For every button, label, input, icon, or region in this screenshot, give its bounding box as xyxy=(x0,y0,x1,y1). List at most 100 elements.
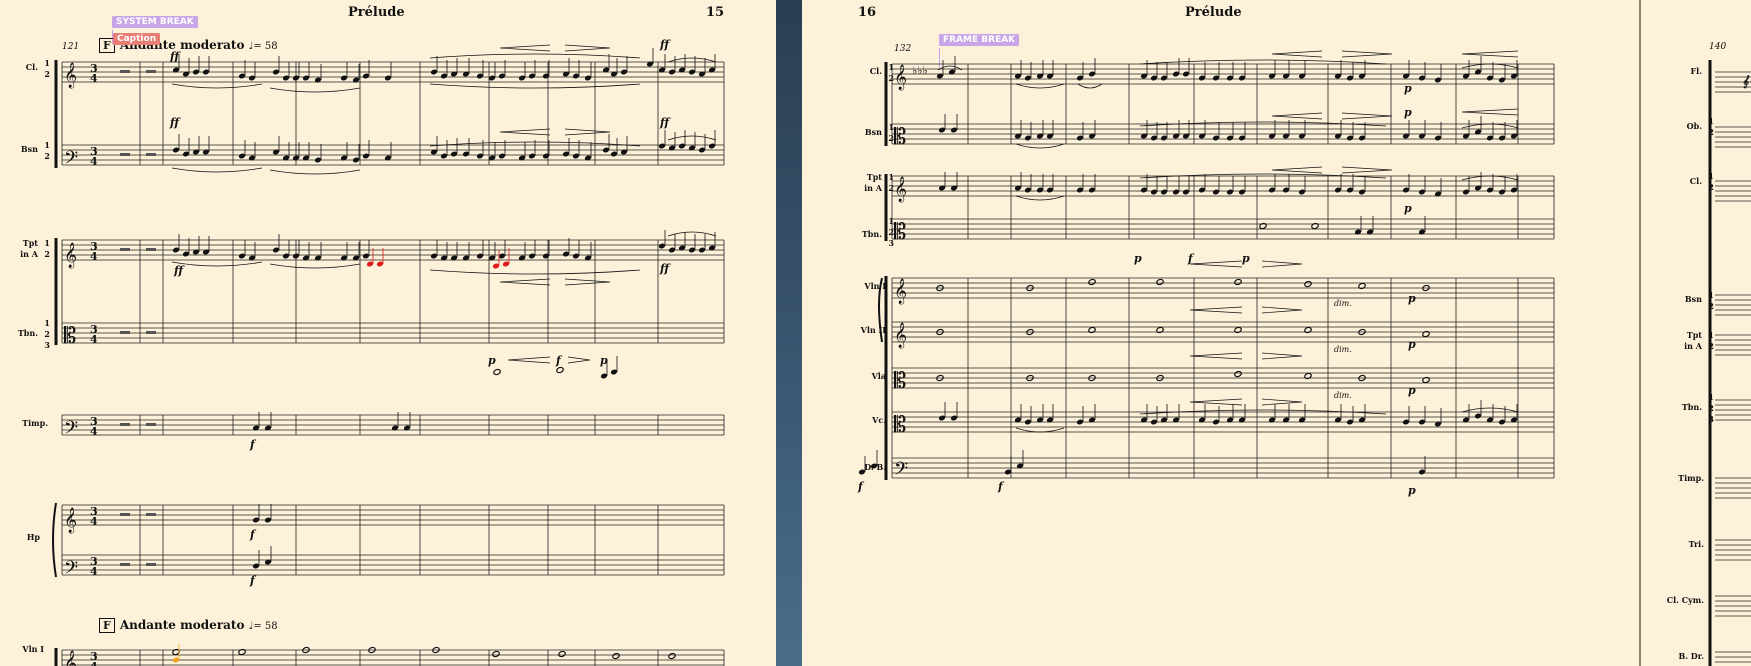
alto-clef: 𝄡 xyxy=(64,324,76,349)
whole-rest xyxy=(120,423,130,426)
half-note-vln1 xyxy=(1088,278,1096,286)
treble-clef: 𝄞 xyxy=(894,322,907,348)
score-page-16[interactable]: 16 Prélude FRAME BREAK 132 Cl. 1 2 Bsn 1… xyxy=(802,0,1751,666)
bass-clef: 𝄢 xyxy=(64,148,78,173)
time-signature: 4 xyxy=(90,333,98,346)
hairpin xyxy=(499,44,551,52)
slur xyxy=(1077,83,1103,89)
dynamic-p: p xyxy=(1408,384,1416,397)
half-note-vln2 xyxy=(1234,326,1242,334)
hairpin xyxy=(1189,398,1243,406)
dim-marking: dim. xyxy=(1334,345,1352,354)
hairpin xyxy=(1271,50,1323,58)
whole-rest xyxy=(120,248,130,251)
half-note-vln1 xyxy=(1358,282,1366,290)
dynamic-ff: ff xyxy=(659,38,671,51)
treble-clef: 𝄞 xyxy=(894,64,907,90)
dynamic-ff: ff xyxy=(169,116,181,129)
slur xyxy=(269,169,361,175)
whole-rest xyxy=(120,153,130,156)
treble-clef: 𝄞 xyxy=(64,650,77,666)
half-note xyxy=(556,366,564,374)
time-signature: 4 xyxy=(90,660,98,666)
slur xyxy=(1139,59,1387,65)
time-signature: 4 xyxy=(90,565,98,578)
treble-clef: 𝄞 xyxy=(64,242,77,268)
whole-rest xyxy=(146,331,156,334)
half-note-vln xyxy=(558,650,566,658)
hairpin xyxy=(1189,352,1243,360)
half-note-vln2 xyxy=(1422,330,1430,338)
hairpin xyxy=(1189,306,1243,314)
half-note-vla xyxy=(1422,376,1430,384)
dynamic-p: p xyxy=(1404,82,1412,95)
half-note-vln xyxy=(492,650,500,658)
dynamic-p: p xyxy=(488,354,496,367)
score-notation-right[interactable]: 𝄞𝄡𝄞𝄡𝄞𝄞𝄡𝄡𝄢♭♭♭p f pdim.dim.dim.pppppppf f𝄞 xyxy=(802,0,1751,666)
slur xyxy=(1461,63,1519,69)
hairpin xyxy=(1271,112,1323,120)
alto-clef: 𝄡 xyxy=(894,413,906,438)
hairpin xyxy=(499,278,551,286)
dynamic-f: f xyxy=(249,528,257,541)
bass-clef: 𝄢 xyxy=(64,558,78,583)
hairpin xyxy=(1261,352,1303,360)
whole-rest xyxy=(120,513,130,516)
score-page-15[interactable]: Prélude 15 SYSTEM BREAK 121 F Andante mod… xyxy=(0,0,776,666)
dynamic-ff: ff xyxy=(659,116,671,129)
slur xyxy=(1015,83,1065,89)
half-note-vln1 xyxy=(1156,278,1164,286)
dynamic-f: f xyxy=(249,574,257,587)
alto-clef: 𝄡 xyxy=(894,369,906,394)
dynamic-f: f xyxy=(1187,252,1195,265)
treble-clef: 𝄞 xyxy=(64,62,77,88)
whole-rest xyxy=(146,70,156,73)
half-note-vln xyxy=(668,652,676,660)
violin-brace xyxy=(878,277,883,343)
dynamic-f: f xyxy=(997,480,1005,493)
whole-rest xyxy=(146,248,156,251)
hairpin xyxy=(564,128,611,136)
hairpin xyxy=(567,356,591,364)
half-note-vln2 xyxy=(1304,326,1312,334)
half-note-vln1 xyxy=(1234,278,1242,286)
bass-clef: 𝄢 xyxy=(894,459,908,484)
hairpin xyxy=(1189,260,1243,268)
hairpin xyxy=(1261,398,1303,406)
alto-clef: 𝄡 xyxy=(894,125,906,150)
dim-marking: dim. xyxy=(1334,391,1352,400)
dynamic-p: p xyxy=(1404,202,1412,215)
half-note xyxy=(493,368,501,376)
time-signature: 4 xyxy=(90,250,98,263)
half-note-vln xyxy=(238,648,246,656)
whole-rest xyxy=(120,563,130,566)
key-signature: ♭♭♭ xyxy=(912,64,928,77)
whole-rest xyxy=(120,331,130,334)
time-signature: 4 xyxy=(90,425,98,438)
half-note xyxy=(1259,222,1267,230)
dynamic-ff: ff xyxy=(659,262,671,275)
slur xyxy=(429,83,641,89)
treble-clef: 𝄞 xyxy=(894,176,907,202)
dynamic-p: p xyxy=(600,354,608,367)
half-note-vla xyxy=(1304,372,1312,380)
hairpin xyxy=(499,128,551,136)
slur xyxy=(171,261,263,267)
slur xyxy=(429,269,641,275)
hairpin xyxy=(1271,166,1323,174)
alto-clef: 𝄡 xyxy=(894,220,906,245)
slur xyxy=(1015,427,1065,433)
score-notation-left[interactable]: 𝄞𝄢𝄞𝄡𝄢𝄞𝄢𝄞3434343434343434ffffffffffffpfpf… xyxy=(0,0,776,666)
hairpin xyxy=(1461,50,1519,58)
whole-rest xyxy=(146,153,156,156)
hairpin xyxy=(1261,260,1303,268)
hairpin xyxy=(564,44,611,52)
whole-rest xyxy=(146,513,156,516)
dynamic-p: p xyxy=(1408,484,1416,497)
dim-marking: dim. xyxy=(1334,299,1352,308)
time-signature: 4 xyxy=(90,515,98,528)
dynamic-f: f xyxy=(249,438,257,451)
treble-clef: 𝄞 xyxy=(64,507,77,533)
slur xyxy=(269,263,361,269)
hairpin xyxy=(1461,108,1519,116)
